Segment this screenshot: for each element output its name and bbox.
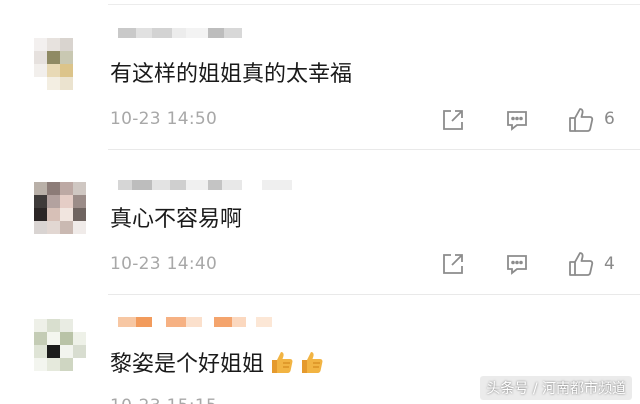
avatar[interactable] xyxy=(34,182,86,234)
like-count: 6 xyxy=(604,109,615,129)
username-blurred[interactable] xyxy=(118,180,292,202)
reply-icon[interactable] xyxy=(504,251,530,277)
thumbs-up-emoji xyxy=(300,349,324,384)
reply-icon[interactable] xyxy=(504,107,530,133)
username-blurred[interactable] xyxy=(118,317,272,339)
comment-text: 真心不容易啊 xyxy=(110,207,243,232)
like-count: 4 xyxy=(604,254,615,274)
comment-item: 真心不容易啊 10-23 14:40 4 xyxy=(0,150,640,295)
like-icon[interactable] xyxy=(566,249,596,279)
avatar[interactable] xyxy=(34,38,86,90)
share-icon[interactable] xyxy=(440,251,466,277)
comment-text: 黎姿是个好姐姐 xyxy=(110,349,324,384)
share-icon[interactable] xyxy=(440,107,466,133)
comment-item: 有这样的姐姐真的太幸福 10-23 14:50 6 xyxy=(0,0,640,150)
comment-time: 10-23 14:40 xyxy=(110,254,218,274)
comment-time: 10-23 15:15 xyxy=(110,395,217,404)
comment-text: 有这样的姐姐真的太幸福 xyxy=(110,62,353,87)
avatar[interactable] xyxy=(34,319,86,371)
like-icon[interactable] xyxy=(566,105,596,135)
comment-time: 10-23 14:50 xyxy=(110,109,218,129)
watermark: 头条号 / 河南都市频道 xyxy=(480,376,632,400)
username-blurred[interactable] xyxy=(118,28,242,50)
comment-text-content: 黎姿是个好姐姐 xyxy=(110,352,265,377)
thumbs-up-emoji xyxy=(270,349,294,384)
